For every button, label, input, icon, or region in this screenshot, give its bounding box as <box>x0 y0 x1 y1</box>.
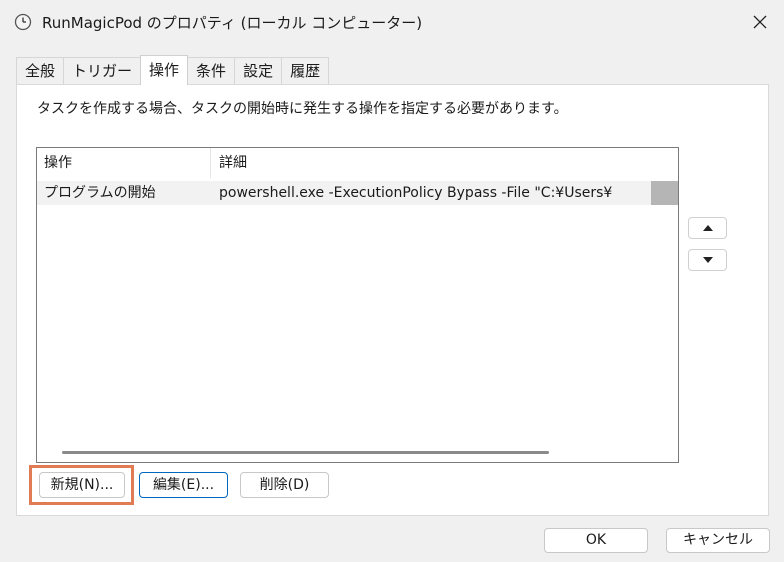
title-bar: RunMagicPod のプロパティ (ローカル コンピューター) <box>0 0 784 44</box>
tab-settings[interactable]: 設定 <box>234 57 283 85</box>
window-title: RunMagicPod のプロパティ (ローカル コンピューター) <box>42 14 423 32</box>
row-detail: powershell.exe -ExecutionPolicy Bypass -… <box>219 185 613 201</box>
properties-dialog: RunMagicPod のプロパティ (ローカル コンピューター) 全般 トリガ… <box>0 0 784 562</box>
tab-conditions[interactable]: 条件 <box>187 57 236 85</box>
delete-button[interactable]: 削除(D) <box>240 472 329 498</box>
row-action: プログラムの開始 <box>44 185 156 201</box>
horizontal-scrollbar[interactable] <box>37 442 678 462</box>
actions-panel: タスクを作成する場合、タスクの開始時に発生する操作を指定する必要があります。 操… <box>16 84 769 516</box>
ok-button[interactable]: OK <box>544 528 648 553</box>
cancel-button[interactable]: キャンセル <box>666 528 770 553</box>
tab-history[interactable]: 履歴 <box>281 57 330 85</box>
move-up-button[interactable] <box>688 217 727 239</box>
edit-button[interactable]: 編集(E)... <box>139 472 228 498</box>
scrollbar-thumb[interactable] <box>62 451 549 454</box>
triangle-down-icon <box>702 257 713 263</box>
table-row[interactable]: プログラムの開始 powershell.exe -ExecutionPolicy… <box>37 181 678 205</box>
actions-list[interactable]: 操作 詳細 プログラムの開始 powershell.exe -Execution… <box>36 147 679 463</box>
panel-description: タスクを作成する場合、タスクの開始時に発生する操作を指定する必要があります。 <box>37 101 568 117</box>
redacted-block <box>651 181 678 205</box>
clock-icon <box>14 13 32 31</box>
tab-triggers[interactable]: トリガー <box>63 57 142 85</box>
close-icon <box>753 15 767 29</box>
tab-actions[interactable]: 操作 <box>140 55 189 85</box>
column-header-action[interactable]: 操作 <box>37 148 211 178</box>
move-down-button[interactable] <box>688 249 727 271</box>
tab-general[interactable]: 全般 <box>16 57 65 85</box>
list-header: 操作 詳細 <box>37 148 678 178</box>
new-button[interactable]: 新規(N)... <box>39 472 125 498</box>
triangle-up-icon <box>702 225 713 231</box>
column-header-detail[interactable]: 詳細 <box>211 148 247 178</box>
tab-bar: 全般 トリガー 操作 条件 設定 履歴 <box>16 55 330 85</box>
close-button[interactable] <box>744 6 776 38</box>
